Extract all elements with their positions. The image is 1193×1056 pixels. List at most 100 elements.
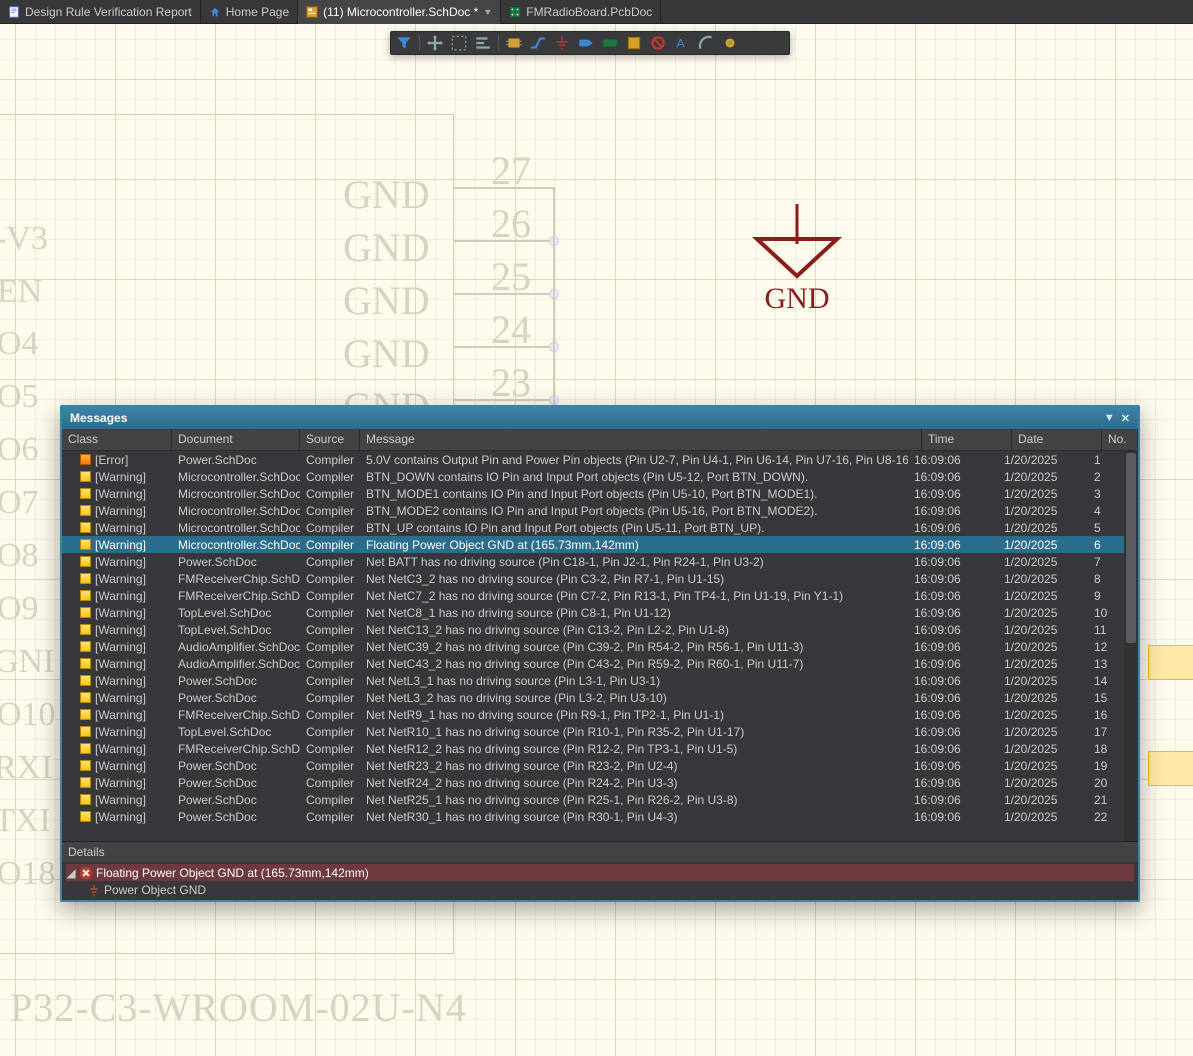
separator <box>419 35 420 51</box>
message-row[interactable]: [Warning]Microcontroller.SchDocCompilerB… <box>62 519 1124 536</box>
messages-header: Class Document Source Message Time Date … <box>62 429 1138 451</box>
tab-verification-report[interactable]: Design Rule Verification Report <box>0 0 201 24</box>
header-class[interactable]: Class <box>62 429 172 450</box>
row-date: 1/20/2025 <box>998 691 1088 705</box>
scrollbar-thumb[interactable] <box>1126 453 1136 643</box>
message-row[interactable]: [Warning]AudioAmplifier.SchDocCompilerNe… <box>62 638 1124 655</box>
scrollbar[interactable] <box>1124 451 1138 841</box>
gnd-arrow-icon <box>752 234 842 282</box>
row-message: BTN_DOWN contains IO Pin and Input Port … <box>360 470 908 484</box>
tree-collapse-icon[interactable]: ◢ <box>66 866 76 880</box>
message-row[interactable]: [Error]Power.SchDocCompiler5.0V contains… <box>62 451 1124 468</box>
row-no: 6 <box>1088 538 1124 552</box>
row-no: 22 <box>1088 810 1124 824</box>
row-no: 14 <box>1088 674 1124 688</box>
row-no: 20 <box>1088 776 1124 790</box>
message-row[interactable]: [Warning]Power.SchDocCompilerNet NetR25_… <box>62 791 1124 808</box>
tab-home[interactable]: Home Page <box>201 0 298 24</box>
message-row[interactable]: [Warning]TopLevel.SchDocCompilerNet NetC… <box>62 604 1124 621</box>
place-probe-icon[interactable] <box>721 34 739 52</box>
message-row[interactable]: [Warning]Microcontroller.SchDocCompilerB… <box>62 468 1124 485</box>
details-object-row[interactable]: Power Object GND <box>66 881 1134 898</box>
tab-label: Home Page <box>226 5 289 19</box>
message-row[interactable]: [Warning]Microcontroller.SchDocCompilerB… <box>62 502 1124 519</box>
message-row[interactable]: [Warning]Microcontroller.SchDocCompilerB… <box>62 485 1124 502</box>
row-class: [Warning] <box>95 725 146 739</box>
message-row[interactable]: [Warning]Power.SchDocCompilerNet NetR30_… <box>62 808 1124 825</box>
row-message: BTN_UP contains IO Pin and Input Port ob… <box>360 521 908 535</box>
tab-dropdown-icon[interactable]: ▼ <box>483 7 492 17</box>
bus-wire <box>553 187 555 407</box>
warning-icon <box>80 777 91 788</box>
row-time: 16:09:06 <box>908 623 998 637</box>
tab-pcb[interactable]: FMRadioBoard.PcbDoc <box>501 0 661 24</box>
selection-icon[interactable] <box>450 34 468 52</box>
details-error-row[interactable]: ◢ Floating Power Object GND at (165.73mm… <box>66 864 1134 881</box>
place-part-icon[interactable] <box>505 34 523 52</box>
place-port-icon[interactable] <box>577 34 595 52</box>
row-document: Power.SchDoc <box>172 810 300 824</box>
row-date: 1/20/2025 <box>998 572 1088 586</box>
messages-titlebar[interactable]: Messages ▼ ✕ <box>62 407 1138 429</box>
move-icon[interactable] <box>426 34 444 52</box>
place-wire-icon[interactable] <box>529 34 547 52</box>
message-row[interactable]: [Warning]FMReceiverChip.SchDocCompilerNe… <box>62 740 1124 757</box>
row-date: 1/20/2025 <box>998 725 1088 739</box>
row-message: Net NetC43_2 has no driving source (Pin … <box>360 657 908 671</box>
message-row[interactable]: [Warning]TopLevel.SchDocCompilerNet NetC… <box>62 621 1124 638</box>
message-row[interactable]: [Warning]Power.SchDocCompilerNet NetL3_2… <box>62 689 1124 706</box>
message-row[interactable]: [Warning]Power.SchDocCompilerNet NetR23_… <box>62 757 1124 774</box>
row-source: Compiler <box>300 725 360 739</box>
row-no: 15 <box>1088 691 1124 705</box>
place-netlabel-icon[interactable] <box>601 34 619 52</box>
header-time[interactable]: Time <box>922 429 1012 450</box>
row-date: 1/20/2025 <box>998 742 1088 756</box>
row-document: Power.SchDoc <box>172 793 300 807</box>
row-time: 16:09:06 <box>908 742 998 756</box>
tab-schematic[interactable]: (11) Microcontroller.SchDoc * ▼ <box>298 0 501 24</box>
filter-icon[interactable] <box>395 34 413 52</box>
row-class: [Warning] <box>95 742 146 756</box>
power-object-gnd[interactable]: GND <box>757 204 837 334</box>
header-date[interactable]: Date <box>1012 429 1102 450</box>
row-message: BTN_MODE1 contains IO Pin and Input Port… <box>360 487 908 501</box>
warning-icon <box>80 505 91 516</box>
place-noerc-icon[interactable] <box>649 34 667 52</box>
message-row[interactable]: [Warning]FMReceiverChip.SchDocCompilerNe… <box>62 706 1124 723</box>
warning-icon <box>80 556 91 567</box>
message-row[interactable]: [Warning]TopLevel.SchDocCompilerNet NetR… <box>62 723 1124 740</box>
message-row[interactable]: [Warning]AudioAmplifier.SchDocCompilerNe… <box>62 655 1124 672</box>
row-no: 16 <box>1088 708 1124 722</box>
row-date: 1/20/2025 <box>998 487 1088 501</box>
message-row[interactable]: [Warning]FMReceiverChip.SchDocCompilerNe… <box>62 570 1124 587</box>
header-message[interactable]: Message <box>360 429 922 450</box>
tab-label: FMRadioBoard.PcbDoc <box>526 5 652 19</box>
panel-close-icon[interactable]: ✕ <box>1121 412 1130 425</box>
row-message: Net NetR23_2 has no driving source (Pin … <box>360 759 908 773</box>
message-row[interactable]: [Warning]FMReceiverChip.SchDocCompilerNe… <box>62 587 1124 604</box>
place-sheet-icon[interactable] <box>625 34 643 52</box>
message-row[interactable]: [Warning]Microcontroller.SchDocCompilerF… <box>62 536 1124 553</box>
place-arc-icon[interactable] <box>697 34 715 52</box>
message-row[interactable]: [Warning]Power.SchDocCompilerNet NetL3_1… <box>62 672 1124 689</box>
warning-icon <box>80 692 91 703</box>
message-row[interactable]: [Warning]Power.SchDocCompilerNet NetR24_… <box>62 774 1124 791</box>
row-class: [Warning] <box>95 640 146 654</box>
message-row[interactable]: [Warning]Power.SchDocCompilerNet BATT ha… <box>62 553 1124 570</box>
offscreen-netlabel <box>1148 645 1193 680</box>
row-class: [Warning] <box>95 657 146 671</box>
header-document[interactable]: Document <box>172 429 300 450</box>
details-header[interactable]: Details <box>62 842 1138 862</box>
align-icon[interactable] <box>474 34 492 52</box>
header-no[interactable]: No. <box>1102 429 1138 450</box>
place-text-icon[interactable]: A <box>673 34 691 52</box>
row-document: Microcontroller.SchDoc <box>172 538 300 552</box>
row-document: Power.SchDoc <box>172 759 300 773</box>
place-gnd-icon[interactable] <box>553 34 571 52</box>
header-source[interactable]: Source <box>300 429 360 450</box>
gnd-label: GND <box>765 282 830 316</box>
row-date: 1/20/2025 <box>998 589 1088 603</box>
separator <box>498 35 499 51</box>
panel-dropdown-icon[interactable]: ▼ <box>1104 412 1115 425</box>
messages-rows: [Error]Power.SchDocCompiler5.0V contains… <box>62 451 1124 825</box>
